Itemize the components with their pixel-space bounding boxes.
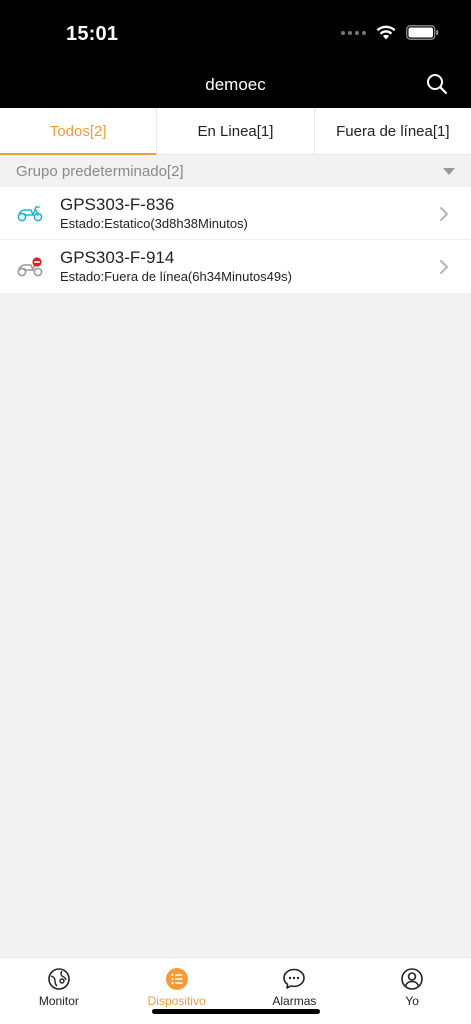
device-name: GPS303-F-836 — [60, 194, 175, 214]
tab-en-linea[interactable]: En Linea[1] — [157, 108, 315, 154]
device-row[interactable]: GPS303-F-914 Estado:Fuera de línea(6h34M… — [0, 240, 471, 293]
home-indicator — [152, 1009, 320, 1014]
page-title: demoec — [205, 75, 266, 94]
battery-icon — [406, 25, 439, 40]
nav-label: Alarmas — [272, 994, 317, 1008]
nav-dispositivo[interactable]: Dispositivo — [118, 958, 236, 1024]
device-icon-cell — [0, 204, 60, 222]
top-bar: 15:01 demoec — [0, 0, 471, 108]
device-status: Estado:Fuera de línea(6h34Minutos49s) — [60, 269, 292, 284]
globe-pin-icon — [48, 968, 70, 990]
status-icons — [341, 25, 439, 40]
signal-dots-icon — [341, 30, 366, 35]
nav-yo[interactable]: Yo — [353, 958, 471, 1024]
search-icon[interactable] — [425, 72, 449, 96]
nav-label: Yo — [405, 994, 419, 1008]
chevron-right-icon — [440, 260, 448, 274]
wifi-icon — [376, 25, 396, 40]
device-name: GPS303-F-914 — [60, 248, 175, 267]
scooter-online-icon — [17, 206, 43, 222]
group-label: Grupo predeterminado[2] — [16, 162, 184, 180]
device-list: GPS303-F-836 Estado:Estatico(3d8h38Minut… — [0, 187, 471, 293]
group-header[interactable]: Grupo predeterminado[2] — [0, 155, 471, 187]
user-profile-icon — [401, 968, 423, 990]
list-icon — [165, 968, 188, 990]
status-time: 15:01 — [66, 23, 119, 45]
tab-todos[interactable]: Todos[2] — [0, 108, 158, 155]
nav-alarmas[interactable]: Alarmas — [236, 958, 354, 1024]
filter-tabs: Todos[2] En Linea[1] Fuera de línea[1] — [0, 108, 471, 155]
nav-label: Dispositivo — [147, 994, 206, 1008]
device-status: Estado:Estatico(3d8h38Minutos) — [60, 215, 248, 231]
device-icon-cell — [0, 256, 60, 277]
caret-down-icon — [443, 167, 455, 175]
nav-monitor[interactable]: Monitor — [0, 958, 118, 1024]
device-row[interactable]: GPS303-F-836 Estado:Estatico(3d8h38Minut… — [0, 187, 471, 240]
tab-fuera-de-linea[interactable]: Fuera de línea[1] — [315, 108, 471, 154]
nav-label: Monitor — [38, 994, 79, 1008]
scooter-offline-icon — [17, 256, 43, 276]
chat-bubble-icon — [283, 968, 306, 989]
chevron-right-icon — [440, 207, 448, 221]
